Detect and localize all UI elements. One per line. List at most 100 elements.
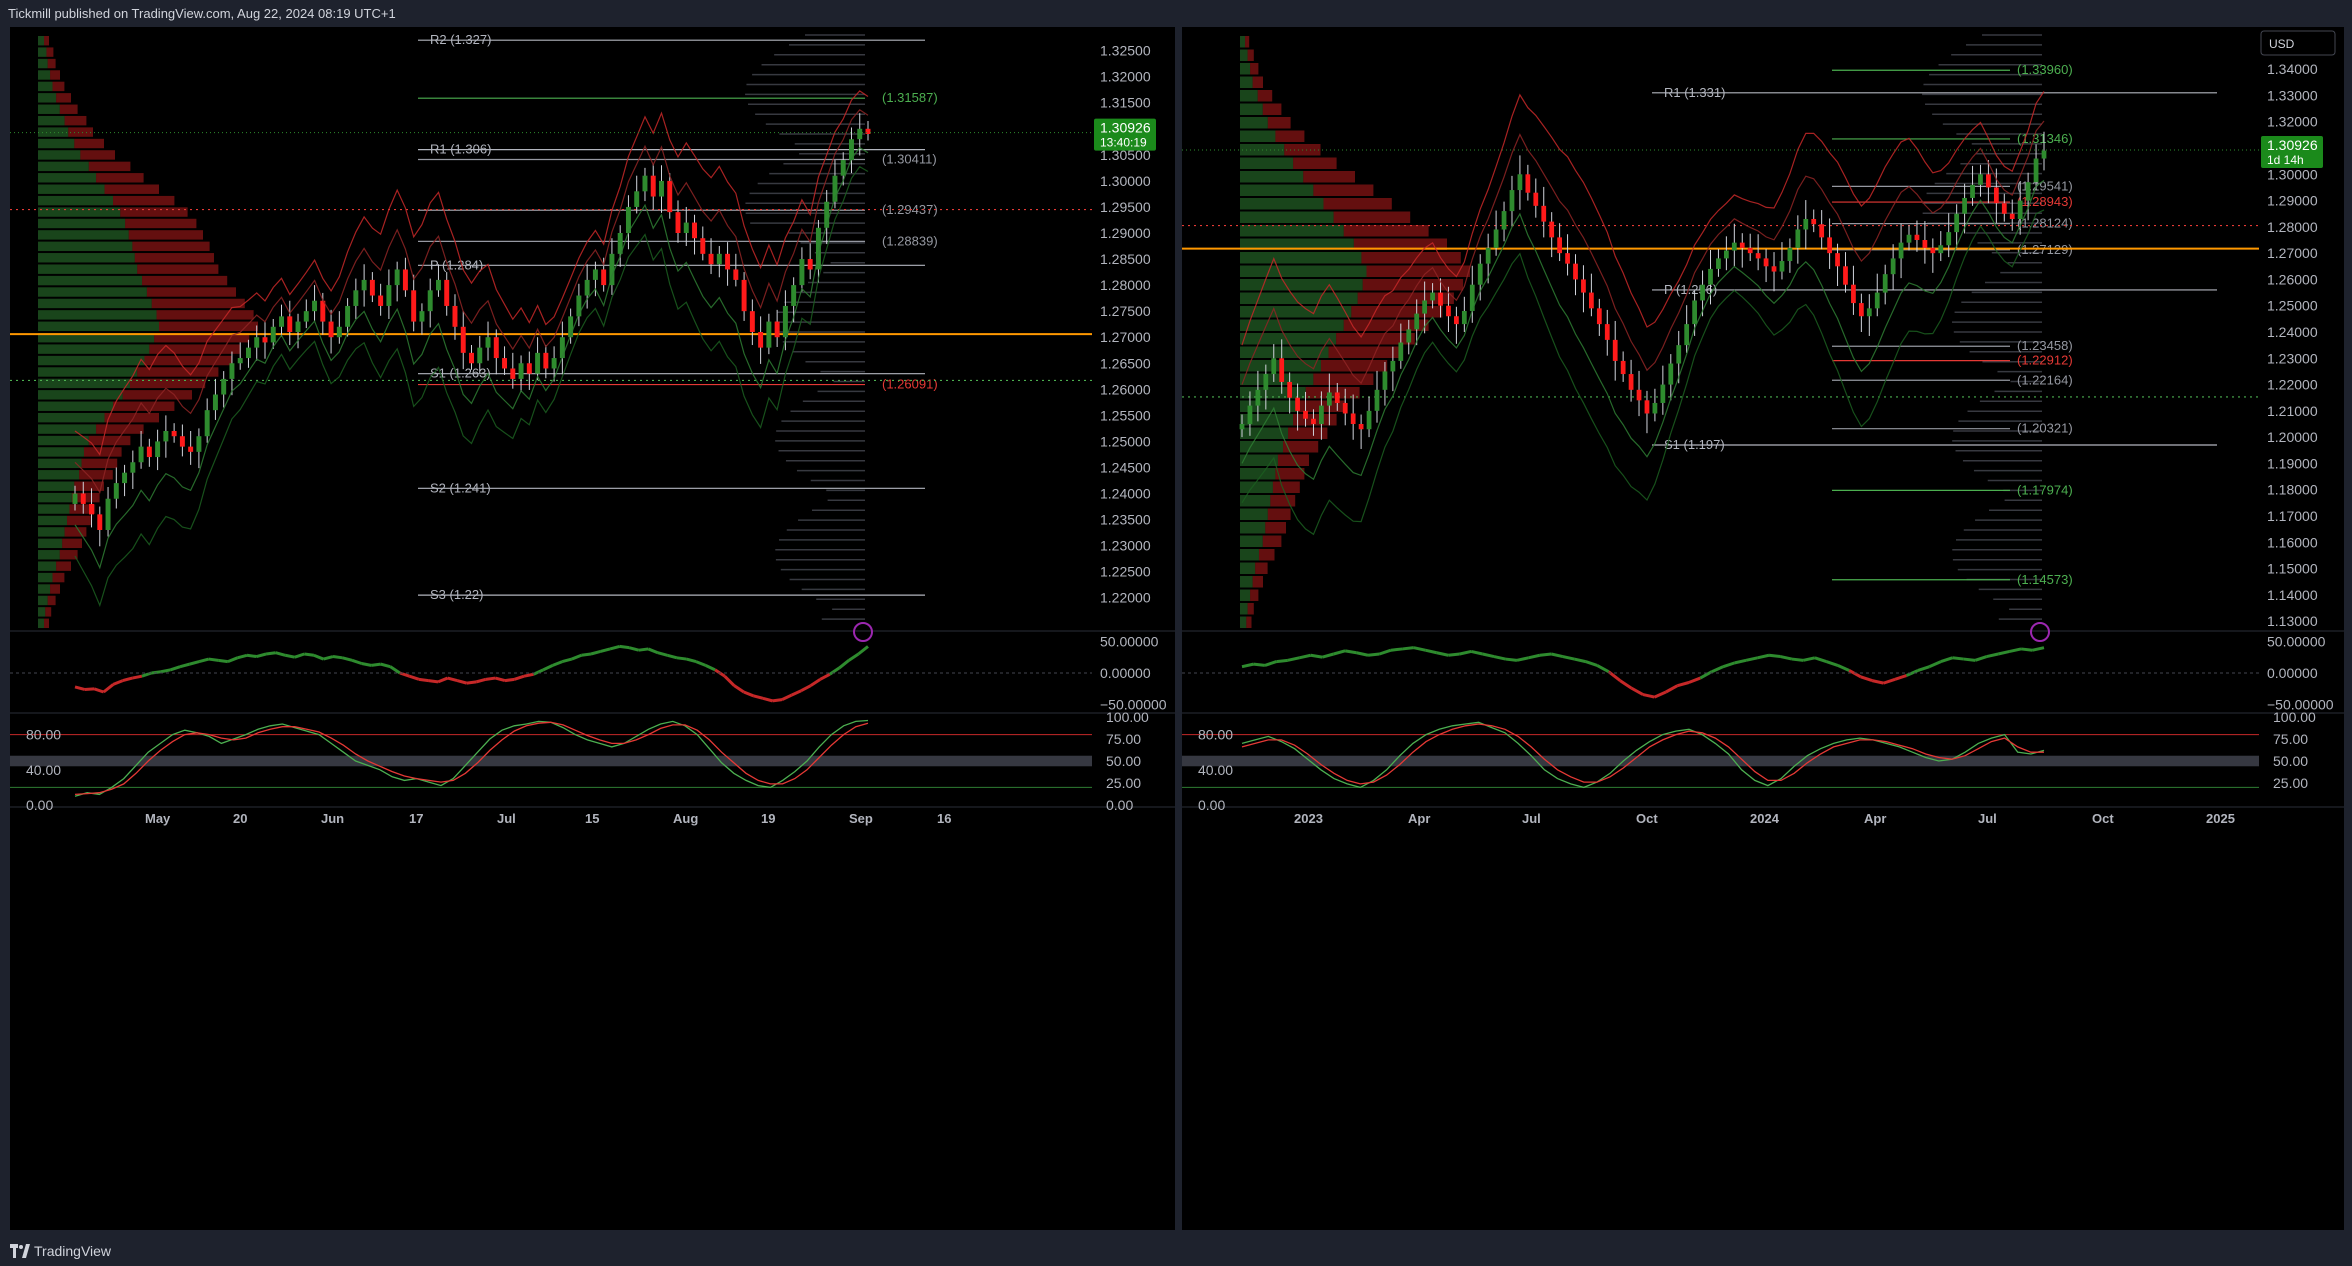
rsi-segment xyxy=(2020,647,2033,652)
volume-profile-bar-up xyxy=(1240,522,1266,534)
rsi-segment xyxy=(1974,655,1988,662)
price-axis-tick: 1.29000 xyxy=(1100,225,1151,241)
rsi-segment xyxy=(704,664,716,672)
volume-profile-bar-down xyxy=(1262,535,1282,547)
volume-profile-bar-down xyxy=(120,207,188,217)
candle-up xyxy=(1954,213,1960,233)
price-axis-tick: 1.23000 xyxy=(2267,350,2318,366)
rsi-segment xyxy=(514,674,525,681)
candle-down xyxy=(1525,174,1531,193)
candle-up xyxy=(1938,245,1944,254)
stoch-right-tick: 50.00 xyxy=(2273,753,2308,769)
candle-up xyxy=(1660,384,1666,403)
volume-profile-bar-down xyxy=(151,298,245,309)
rsi-segment xyxy=(256,652,267,658)
candle-down xyxy=(741,279,747,312)
volume-profile-bar-down xyxy=(47,58,56,69)
volume-profile-bar-down xyxy=(1262,103,1282,115)
volume-profile-bar-up xyxy=(1240,211,1334,223)
price-axis-tick: 1.23000 xyxy=(1100,538,1151,554)
candle-up xyxy=(394,269,400,286)
candle-up xyxy=(1271,358,1277,375)
date-axis-tick: 20 xyxy=(233,811,247,826)
rsi-segment xyxy=(342,656,353,662)
level-label: (1.28124) xyxy=(2017,216,2073,231)
rsi-segment xyxy=(1688,676,1701,684)
volume-profile-bar-down xyxy=(62,538,82,549)
candle-up xyxy=(212,394,218,411)
candle-up xyxy=(1874,292,1880,309)
volume-profile-bar-down xyxy=(74,481,104,491)
volume-profile-bar-down xyxy=(50,70,60,80)
candle-up xyxy=(1517,174,1523,191)
rsi-segment xyxy=(1676,681,1690,688)
candle-up xyxy=(279,316,284,327)
candle-up xyxy=(477,347,483,364)
candle-up xyxy=(592,269,598,280)
rsi-segment xyxy=(408,674,420,681)
stoch-right-tick: 25.00 xyxy=(2273,775,2308,791)
volume-profile-bar-up xyxy=(38,435,89,446)
left-chart-pane[interactable]: 1.325001.320001.315001.310001.305001.300… xyxy=(10,27,1175,1230)
rsi-segment xyxy=(1505,657,1518,662)
volume-profile-bar-down xyxy=(52,572,65,583)
price-axis-tick: 1.15000 xyxy=(2267,561,2318,577)
candle-up xyxy=(270,326,276,343)
candle-down xyxy=(146,446,152,458)
candle-down xyxy=(1596,308,1602,325)
volume-profile-bar-down xyxy=(128,230,203,240)
volume-profile-bar-down xyxy=(46,47,54,57)
rsi-segment xyxy=(1298,653,1312,660)
right-chart-pane[interactable]: 1.350001.340001.330001.320001.310001.300… xyxy=(1182,27,2344,1230)
rsi-segment xyxy=(1264,660,1277,667)
rsi-segment xyxy=(1310,653,1323,659)
candle-up xyxy=(1668,363,1674,385)
volume-profile-bar-up xyxy=(1240,171,1304,183)
rsi-segment xyxy=(1917,665,1930,672)
stoch-d-line xyxy=(1241,723,2044,785)
rsi-segment xyxy=(1825,660,1839,667)
price-axis-tick: 1.20000 xyxy=(2267,429,2318,445)
rsi-segment xyxy=(294,652,305,659)
candle-up xyxy=(584,279,590,296)
volume-profile-bar-up xyxy=(38,390,123,400)
price-axis-tick: 1.24000 xyxy=(2267,324,2318,340)
volume-profile-bar-up xyxy=(38,253,135,263)
stoch-left-tick: 0.00 xyxy=(26,797,53,813)
candle-down xyxy=(188,446,194,452)
candle-up xyxy=(155,441,161,458)
stoch-right-tick: 100.00 xyxy=(1106,709,1149,725)
rsi-segment xyxy=(351,658,363,665)
volume-profile-bar-down xyxy=(1265,522,1286,534)
rsi-segment xyxy=(561,657,573,664)
volume-profile-bar-down xyxy=(80,150,115,160)
volume-profile-bar-down xyxy=(1323,198,1392,210)
price-axis-tick: 1.24000 xyxy=(1100,486,1151,502)
candle-down xyxy=(1565,253,1570,264)
candle-up xyxy=(1779,261,1785,272)
left-chart-svg[interactable]: 1.325001.320001.315001.310001.305001.300… xyxy=(10,27,1175,1230)
volume-profile-bar-up xyxy=(38,470,80,480)
level-label: R1 (1.306) xyxy=(430,142,491,157)
candle-up xyxy=(1882,274,1888,293)
candle-down xyxy=(1533,192,1539,206)
candle-down xyxy=(692,222,698,239)
volume-profile-bar-up xyxy=(38,241,133,252)
candle-down xyxy=(1287,381,1293,398)
volume-profile-bar-up xyxy=(1240,279,1363,291)
candle-down xyxy=(493,337,499,359)
candle-down xyxy=(1835,253,1840,267)
candle-down xyxy=(1581,279,1586,293)
rsi-segment xyxy=(809,678,822,687)
volume-profile-bar-down xyxy=(1267,117,1291,129)
price-axis-tick: 1.32500 xyxy=(1100,43,1151,59)
price-axis-tick: 1.24500 xyxy=(1100,459,1151,475)
tradingview-logo-icon xyxy=(10,1244,30,1258)
volume-profile-bar-down xyxy=(1328,346,1401,358)
level-label: R1 (1.331) xyxy=(1664,85,1725,100)
candle-up xyxy=(336,326,342,338)
right-chart-svg[interactable]: 1.350001.340001.330001.320001.310001.300… xyxy=(1182,27,2344,1230)
volume-profile-bar-up xyxy=(38,538,63,549)
rsi-segment xyxy=(1757,653,1770,660)
rsi-segment xyxy=(1630,686,1644,696)
